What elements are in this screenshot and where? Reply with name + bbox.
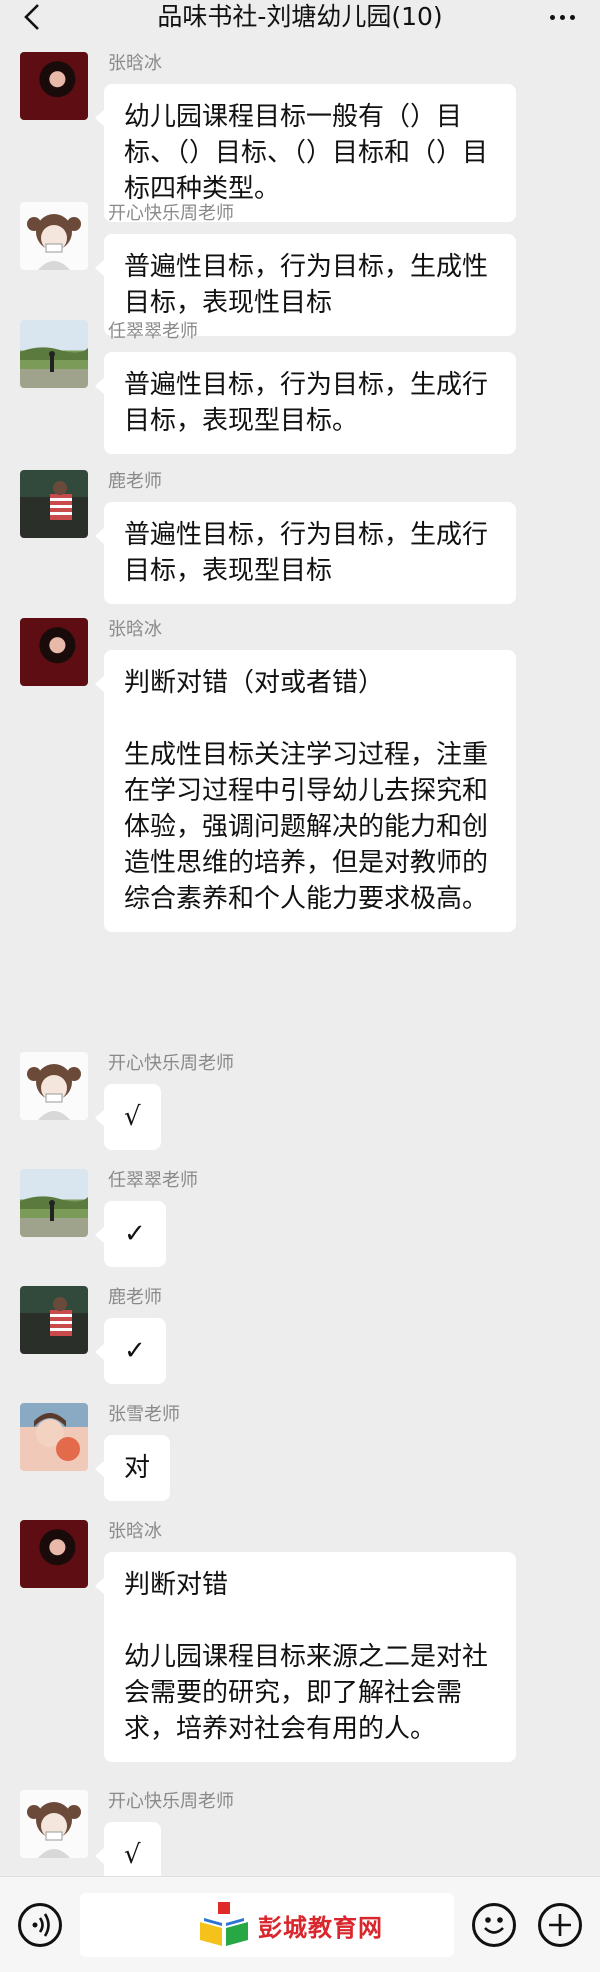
cartoon-girl-icon: [27, 214, 81, 270]
voice-icon: [32, 1913, 50, 1937]
avatar[interactable]: [20, 1169, 88, 1237]
avatar[interactable]: [20, 52, 88, 120]
cartoon-girl-icon: [27, 1064, 81, 1120]
message-bubble[interactable]: 判断对错（对或者错） 生成性目标关注学习过程，注重在学习过程中引导幼儿去探究和体…: [95, 650, 516, 932]
photo-icon: [50, 481, 72, 520]
photo-icon: [20, 1196, 88, 1221]
message-bubble[interactable]: ✓: [95, 1318, 166, 1384]
sender-name: 张晗冰: [108, 1521, 162, 1542]
message-list[interactable]: 张晗冰 幼儿园课程目标一般有（）目标、（）目标、（）目标和（）目标四种类型。 开…: [0, 34, 600, 1888]
sender-name: 任翠翠老师: [108, 321, 198, 342]
emoji-icon: [484, 1917, 504, 1934]
sender-name: 张雪老师: [108, 1404, 180, 1425]
chat-title: 品味书社-刘塘幼儿园(10): [157, 2, 443, 31]
avatar[interactable]: [20, 202, 88, 270]
message-bubble[interactable]: 普遍性目标，行为目标，生成行目标，表现型目标: [95, 502, 516, 604]
sender-name: 任翠翠老师: [108, 1170, 198, 1191]
avatar[interactable]: [20, 1286, 88, 1354]
avatar[interactable]: [20, 470, 88, 538]
message-bubble[interactable]: 对: [94, 1435, 171, 1501]
cartoon-girl-icon: [27, 1802, 81, 1858]
sender-name: 开心快乐周老师: [108, 1791, 234, 1812]
more-icon: [549, 14, 555, 20]
emoji-button[interactable]: [472, 1903, 516, 1947]
watermark: 彭城教育网: [198, 1902, 383, 1948]
sender-name: 鹿老师: [108, 1287, 162, 1308]
back-button[interactable]: [18, 3, 46, 31]
chat-header: 品味书社-刘塘幼儿园(10): [0, 0, 600, 34]
sender-name: 张晗冰: [108, 53, 162, 74]
sender-name: 开心快乐周老师: [108, 1053, 234, 1074]
photo-icon: [20, 347, 88, 372]
avatar[interactable]: [20, 1790, 88, 1858]
sender-name: 开心快乐周老师: [108, 203, 234, 224]
message-bubble[interactable]: ✓: [95, 1201, 166, 1267]
message-bubble[interactable]: √: [95, 1084, 161, 1150]
message-bubble[interactable]: 判断对错 幼儿园课程目标来源之二是对社会需要的研究，即了解社会需求，培养对社会有…: [95, 1552, 516, 1762]
chevron-left-icon: [24, 4, 39, 30]
sender-name: 鹿老师: [108, 471, 162, 492]
avatar[interactable]: [20, 1403, 88, 1471]
more-button[interactable]: [542, 2, 582, 32]
message-bubble[interactable]: 普遍性目标，行为目标，生成行目标，表现型目标。: [95, 352, 516, 454]
message-input[interactable]: 彭城教育网: [80, 1893, 454, 1957]
photo-icon: [34, 1413, 80, 1461]
sender-name: 张晗冰: [108, 619, 162, 640]
book-logo-icon: [200, 1902, 248, 1946]
voice-button[interactable]: [18, 1903, 62, 1947]
plus-icon: [549, 1914, 571, 1936]
avatar[interactable]: [20, 1052, 88, 1120]
avatar[interactable]: [20, 320, 88, 388]
plus-button[interactable]: [538, 1903, 582, 1947]
watermark-text: 彭城教育网: [258, 1912, 383, 1942]
avatar[interactable]: [20, 618, 88, 686]
input-bar: 彭城教育网: [0, 1876, 600, 1972]
photo-icon: [50, 1297, 72, 1336]
avatar[interactable]: [20, 1520, 88, 1588]
message-bubble[interactable]: 幼儿园课程目标一般有（）目标、（）目标、（）目标和（）目标四种类型。: [95, 84, 516, 222]
